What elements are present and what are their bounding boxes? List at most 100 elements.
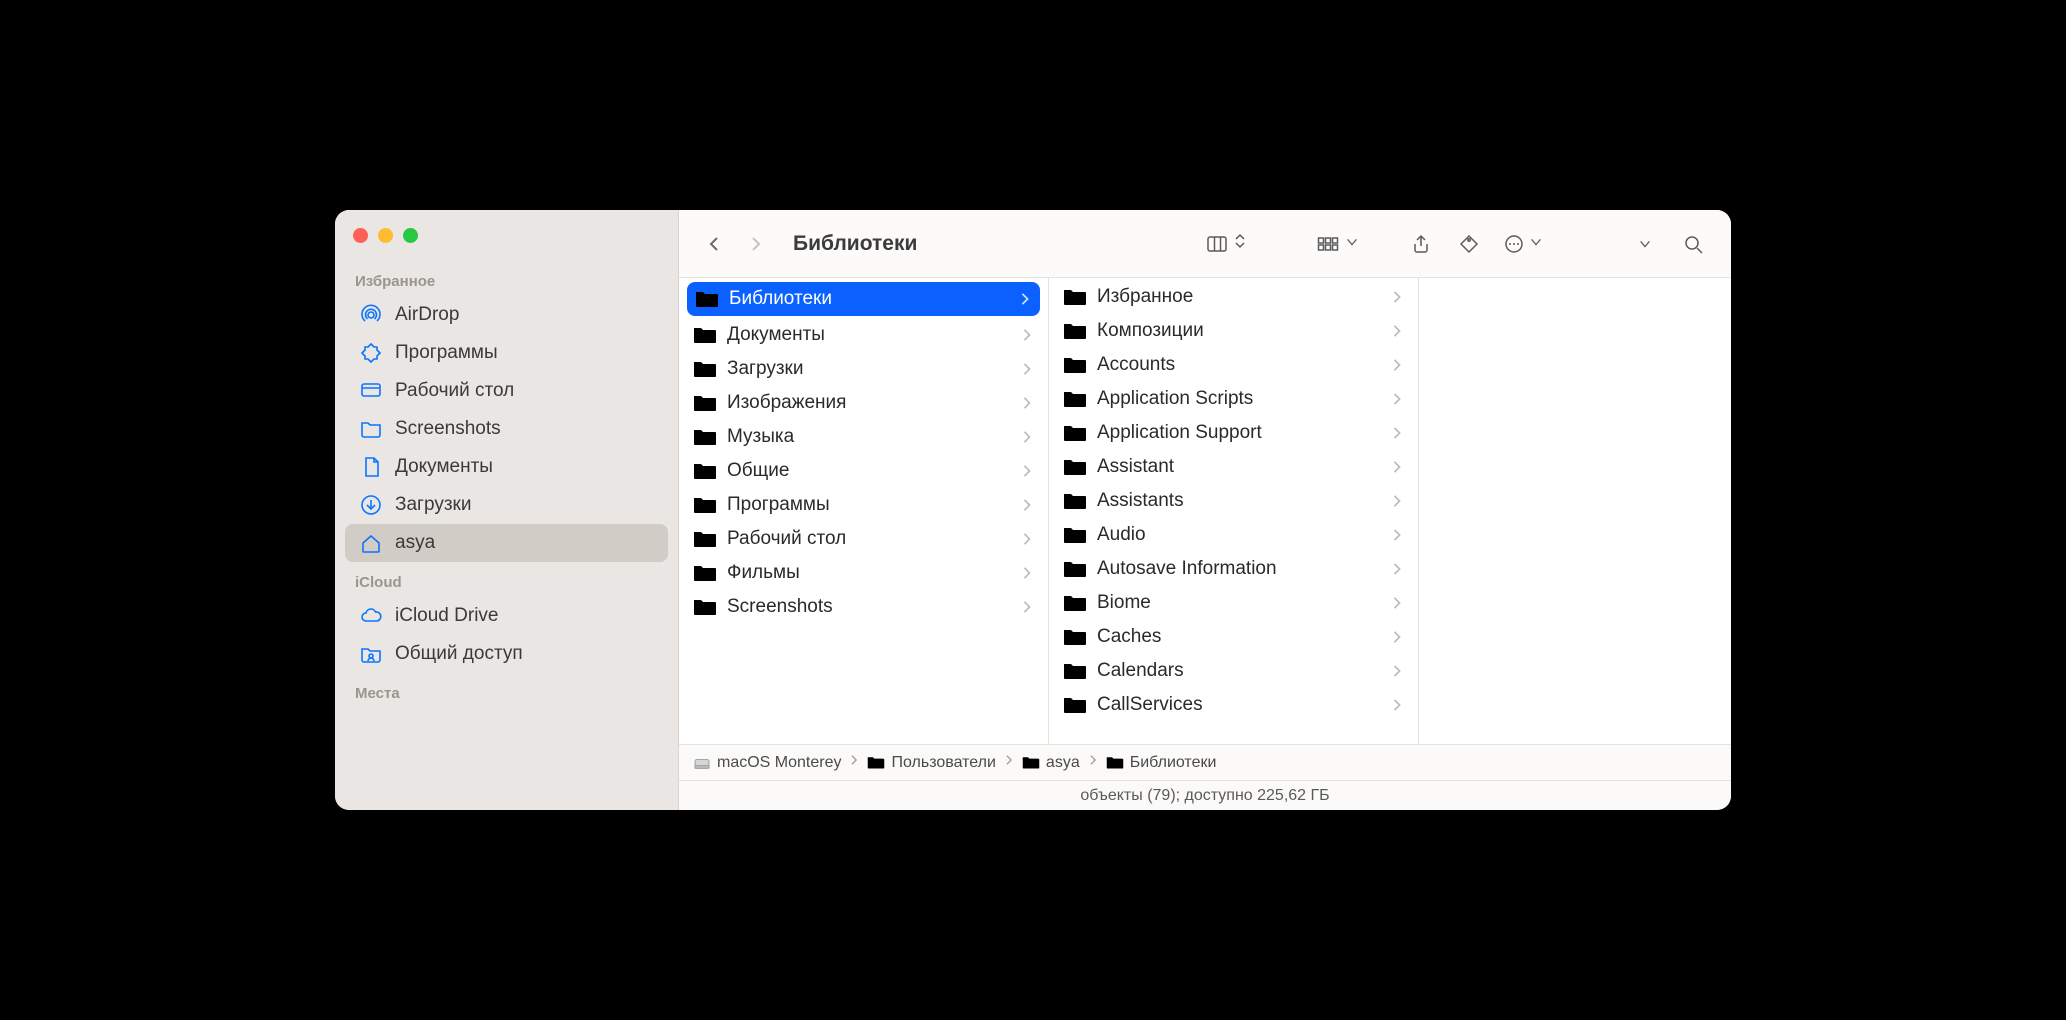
list-item[interactable]: Избранное — [1049, 280, 1418, 314]
column[interactable]: Избранное Композиции Accounts Application S… — [1049, 278, 1419, 744]
column[interactable]: Библиотеки Документы Загрузки Изображения Му… — [679, 278, 1049, 744]
item-name: Загрузки — [727, 358, 1010, 380]
list-item[interactable]: Изображения — [679, 386, 1048, 420]
folder-icon — [1063, 627, 1087, 647]
list-item[interactable]: Библиотеки — [687, 282, 1040, 316]
list-item[interactable]: Программы — [679, 488, 1048, 522]
chevron-right-icon — [1390, 493, 1404, 509]
chevron-right-icon — [1390, 391, 1404, 407]
apps-icon — [359, 341, 383, 365]
folder-icon — [1063, 593, 1087, 613]
airdrop-icon — [359, 303, 383, 327]
chevron-down-icon — [1345, 233, 1359, 255]
folder-icon — [693, 359, 717, 379]
sidebar-item[interactable]: Рабочий стол — [345, 372, 668, 410]
path-crumb[interactable]: asya — [1022, 754, 1080, 772]
finder-window: Избранное AirDrop Программы Рабочий стол Scr… — [335, 210, 1731, 810]
list-item[interactable]: Композиции — [1049, 314, 1418, 348]
sidebar-item[interactable]: asya — [345, 524, 668, 562]
folder-icon — [693, 529, 717, 549]
column-view: Библиотеки Документы Загрузки Изображения Му… — [679, 278, 1731, 744]
close-button[interactable] — [353, 228, 368, 243]
folder-icon — [359, 417, 383, 441]
sidebar-item-label: asya — [395, 532, 435, 554]
list-item[interactable]: Audio — [1049, 518, 1418, 552]
folder-icon — [1063, 287, 1087, 307]
folder-icon — [1063, 661, 1087, 681]
sidebar-section-header: Места — [341, 673, 672, 708]
forward-button[interactable] — [739, 227, 773, 261]
chevron-right-icon — [1390, 323, 1404, 339]
view-columns-button[interactable] — [1199, 227, 1253, 261]
item-name: Избранное — [1097, 286, 1380, 308]
chevron-right-icon — [849, 753, 859, 772]
sidebar-item-label: AirDrop — [395, 304, 459, 326]
zoom-button[interactable] — [403, 228, 418, 243]
list-item[interactable]: Рабочий стол — [679, 522, 1048, 556]
column[interactable] — [1419, 278, 1731, 744]
item-name: Программы — [727, 494, 1010, 516]
item-name: Calendars — [1097, 660, 1380, 682]
chevron-right-icon — [1020, 463, 1034, 479]
list-item[interactable]: Calendars — [1049, 654, 1418, 688]
chevron-right-icon — [1018, 291, 1032, 307]
path-crumb[interactable]: macOS Monterey — [693, 754, 841, 772]
item-name: Assistants — [1097, 490, 1380, 512]
item-name: Screenshots — [727, 596, 1010, 618]
list-item[interactable]: Общие — [679, 454, 1048, 488]
downloads-icon — [359, 493, 383, 517]
sidebar-item[interactable]: Общий доступ — [345, 635, 668, 673]
folder-icon — [693, 495, 717, 515]
list-item[interactable]: Autosave Information — [1049, 552, 1418, 586]
sidebar-item[interactable]: iCloud Drive — [345, 597, 668, 635]
list-item[interactable]: Accounts — [1049, 348, 1418, 382]
folder-icon — [1063, 525, 1087, 545]
list-item[interactable]: Загрузки — [679, 352, 1048, 386]
list-item[interactable]: Application Support — [1049, 416, 1418, 450]
search-button[interactable] — [1673, 227, 1713, 261]
toolbar-overflow-button[interactable] — [1625, 227, 1665, 261]
list-item[interactable]: Музыка — [679, 420, 1048, 454]
chevron-right-icon — [1390, 629, 1404, 645]
item-name: Caches — [1097, 626, 1380, 648]
folder-icon — [693, 393, 717, 413]
list-item[interactable]: Screenshots — [679, 590, 1048, 624]
item-name: Документы — [727, 324, 1010, 346]
chevron-right-icon — [1390, 425, 1404, 441]
crumb-label: Библиотеки — [1130, 754, 1217, 772]
minimize-button[interactable] — [378, 228, 393, 243]
folder-icon — [693, 563, 717, 583]
sidebar-item[interactable]: Программы — [345, 334, 668, 372]
list-item[interactable]: Application Scripts — [1049, 382, 1418, 416]
sidebar-item-label: Рабочий стол — [395, 380, 514, 402]
share-button[interactable] — [1401, 227, 1441, 261]
item-name: Композиции — [1097, 320, 1380, 342]
sidebar-item[interactable]: AirDrop — [345, 296, 668, 334]
sidebar-item[interactable]: Screenshots — [345, 410, 668, 448]
folder-icon — [1063, 695, 1087, 715]
list-item[interactable]: CallServices — [1049, 688, 1418, 722]
list-item[interactable]: Assistant — [1049, 450, 1418, 484]
item-name: Музыка — [727, 426, 1010, 448]
group-by-button[interactable] — [1309, 227, 1365, 261]
folder-icon — [693, 461, 717, 481]
sidebar-item[interactable]: Загрузки — [345, 486, 668, 524]
back-button[interactable] — [697, 227, 731, 261]
item-name: Autosave Information — [1097, 558, 1380, 580]
list-item[interactable]: Biome — [1049, 586, 1418, 620]
list-item[interactable]: Assistants — [1049, 484, 1418, 518]
sidebar-item-label: Screenshots — [395, 418, 501, 440]
item-name: Application Scripts — [1097, 388, 1380, 410]
toolbar: Библиотеки — [679, 210, 1731, 278]
chevron-right-icon — [1390, 561, 1404, 577]
path-crumb[interactable]: Пользователи — [867, 754, 995, 772]
sidebar-item[interactable]: Документы — [345, 448, 668, 486]
list-item[interactable]: Caches — [1049, 620, 1418, 654]
path-crumb[interactable]: Библиотеки — [1106, 754, 1217, 772]
tags-button[interactable] — [1449, 227, 1489, 261]
list-item[interactable]: Фильмы — [679, 556, 1048, 590]
action-menu-button[interactable] — [1497, 227, 1549, 261]
main-area: Библиотеки Библиотеки Документы Загрузки — [679, 210, 1731, 810]
chevron-right-icon — [1390, 663, 1404, 679]
list-item[interactable]: Документы — [679, 318, 1048, 352]
